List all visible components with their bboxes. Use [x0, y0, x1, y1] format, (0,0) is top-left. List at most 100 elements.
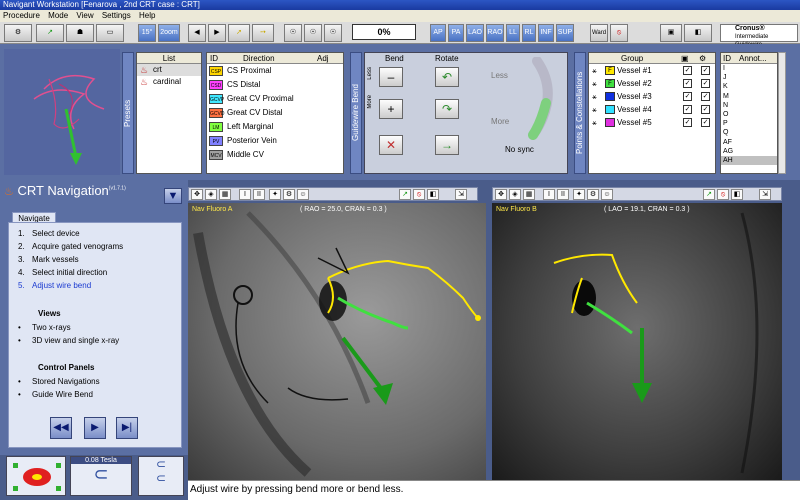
- person-icon[interactable]: ☺: [601, 189, 613, 200]
- double-line-icon[interactable]: II: [253, 189, 265, 200]
- vessel-lock-checkbox[interactable]: ✓: [701, 79, 710, 88]
- settings-icon[interactable]: ⚙: [587, 189, 599, 200]
- bend-less-button[interactable]: –: [379, 67, 403, 87]
- rotate-ccw-button[interactable]: ↶: [435, 67, 459, 87]
- crosshair-icon[interactable]: ✥: [495, 189, 507, 200]
- annotation-row[interactable]: I: [721, 64, 777, 73]
- annotation-scrollbar[interactable]: [778, 52, 786, 174]
- clear-icon[interactable]: ⦸: [413, 189, 425, 200]
- vessel-row[interactable]: ⚹ F Vessel #2 ✓ ✓: [589, 77, 715, 90]
- direction-row[interactable]: GCVP Great CV Proximal: [207, 92, 343, 106]
- monitor-icon[interactable]: ▣: [660, 24, 682, 42]
- preset-item[interactable]: ♨ cardinal: [137, 76, 201, 88]
- vessel-visible-checkbox[interactable]: ✓: [683, 105, 692, 114]
- bend-more-button[interactable]: +: [379, 99, 403, 119]
- workstation-icon[interactable]: ⚙: [4, 24, 32, 42]
- menu-view[interactable]: View: [73, 10, 96, 22]
- marker-icon[interactable]: ✦: [573, 189, 585, 200]
- nav-step[interactable]: 2. Acquire gated venograms: [18, 242, 178, 252]
- nav-step[interactable]: 3. Mark vessels: [18, 255, 178, 265]
- preset-item[interactable]: ♨ crt: [137, 64, 201, 76]
- back-arrow-icon[interactable]: ◀: [188, 24, 206, 42]
- xray-b-icon[interactable]: ☉: [304, 24, 322, 42]
- magnet-position-icon[interactable]: [6, 456, 66, 496]
- direction-up-icon[interactable]: ➚: [228, 24, 250, 42]
- annotation-row[interactable]: AF: [721, 138, 777, 147]
- pan-icon[interactable]: ◈: [205, 189, 217, 200]
- crosshair-icon[interactable]: ✥: [191, 189, 203, 200]
- annotation-row[interactable]: N: [721, 101, 777, 110]
- direction-right-icon[interactable]: ➙: [252, 24, 274, 42]
- view-option[interactable]: • Two x-rays: [18, 323, 178, 333]
- person-icon[interactable]: ☺: [297, 189, 309, 200]
- wire-show-icon[interactable]: ↗: [399, 189, 411, 200]
- settings-icon[interactable]: ⚙: [283, 189, 295, 200]
- vessel-visible-checkbox[interactable]: ✓: [683, 66, 692, 75]
- wire-show-icon[interactable]: ↗: [703, 189, 715, 200]
- vessel-lock-checkbox[interactable]: ✓: [701, 118, 710, 127]
- marker-icon[interactable]: ✦: [269, 189, 281, 200]
- play-button[interactable]: ▶: [84, 417, 106, 439]
- zoom-button[interactable]: 2oom: [158, 24, 180, 42]
- vessel-visible-checkbox[interactable]: ✓: [683, 92, 692, 101]
- points-tab[interactable]: Points & Constellations: [574, 52, 586, 174]
- 3d-preview[interactable]: [4, 49, 120, 175]
- nav-step[interactable]: 4. Select initial direction: [18, 268, 178, 278]
- menu-settings[interactable]: Settings: [99, 10, 134, 22]
- direction-row[interactable]: MCV Middle CV: [207, 148, 343, 162]
- wire-icon[interactable]: ↗: [36, 24, 64, 42]
- fluoro-a-view[interactable]: [188, 203, 486, 480]
- view-lao-button[interactable]: LAO: [466, 24, 484, 42]
- rotate-apply-button[interactable]: →: [435, 135, 459, 155]
- vessel-lock-checkbox[interactable]: ✓: [701, 66, 710, 75]
- nav-dropdown-button[interactable]: ▼: [164, 188, 182, 204]
- line-icon[interactable]: I: [239, 189, 251, 200]
- xray-both-icon[interactable]: ☉: [324, 24, 342, 42]
- annotation-row[interactable]: AG: [721, 147, 777, 156]
- magnet-tesla-panel[interactable]: 0.08 Tesla ⊂: [70, 456, 132, 496]
- bend-reset-button[interactable]: ✕: [379, 135, 403, 155]
- vessel-visible-checkbox[interactable]: ✓: [683, 118, 692, 127]
- zoom-15-button[interactable]: 15°: [138, 24, 156, 42]
- rewind-button[interactable]: ◀◀: [50, 417, 72, 439]
- line-icon[interactable]: I: [543, 189, 555, 200]
- magnet-orientation-icon[interactable]: ⊂ ⊂: [138, 456, 184, 496]
- forward-arrow-icon[interactable]: ▶: [208, 24, 226, 42]
- direction-row[interactable]: LM Left Marginal: [207, 120, 343, 134]
- view-ll-button[interactable]: LL: [506, 24, 520, 42]
- vessel-lock-checkbox[interactable]: ✓: [701, 105, 710, 114]
- annotation-row[interactable]: AH: [721, 155, 777, 166]
- double-line-icon[interactable]: II: [557, 189, 569, 200]
- direction-row[interactable]: CSP CS Proximal: [207, 64, 343, 78]
- view-sup-button[interactable]: SUP: [556, 24, 574, 42]
- ward-button[interactable]: Ward: [590, 24, 608, 42]
- xray-a-icon[interactable]: ☉: [284, 24, 302, 42]
- guidewire-tab[interactable]: Guidewire Bend: [350, 52, 362, 174]
- bend-curve-slider[interactable]: [515, 57, 565, 141]
- 3d-view-icon[interactable]: ◧: [684, 24, 712, 42]
- direction-row[interactable]: GCVD Great CV Distal: [207, 106, 343, 120]
- clear-icon[interactable]: ⦸: [717, 189, 729, 200]
- view-rao-button[interactable]: RAO: [486, 24, 504, 42]
- view-option[interactable]: • 3D view and single x-ray: [18, 336, 178, 346]
- direction-row[interactable]: CSD CS Distal: [207, 78, 343, 92]
- annotation-row[interactable]: J: [721, 73, 777, 82]
- vessel-lock-checkbox[interactable]: ✓: [701, 92, 710, 101]
- menu-procedure[interactable]: Procedure: [0, 10, 43, 22]
- annotation-row[interactable]: Q: [721, 128, 777, 137]
- grid-icon[interactable]: ▦: [523, 189, 535, 200]
- view-pa-button[interactable]: PA: [448, 24, 464, 42]
- rotate-cw-button[interactable]: ↷: [435, 99, 459, 119]
- fluoro-b-view[interactable]: [492, 203, 782, 480]
- export-icon[interactable]: ⇲: [759, 189, 771, 200]
- menu-mode[interactable]: Mode: [45, 10, 71, 22]
- annotation-row[interactable]: P: [721, 119, 777, 128]
- view-ap-button[interactable]: AP: [430, 24, 446, 42]
- pan-icon[interactable]: ◈: [509, 189, 521, 200]
- vessel-row[interactable]: ⚹ Vessel #3 ✓ ✓: [589, 90, 715, 103]
- control-panel-option[interactable]: • Stored Navigations: [18, 377, 178, 387]
- annotation-row[interactable]: M: [721, 92, 777, 101]
- view-rl-button[interactable]: RL: [522, 24, 536, 42]
- view-inf-button[interactable]: INF: [538, 24, 554, 42]
- presets-tab[interactable]: Presets: [122, 52, 134, 174]
